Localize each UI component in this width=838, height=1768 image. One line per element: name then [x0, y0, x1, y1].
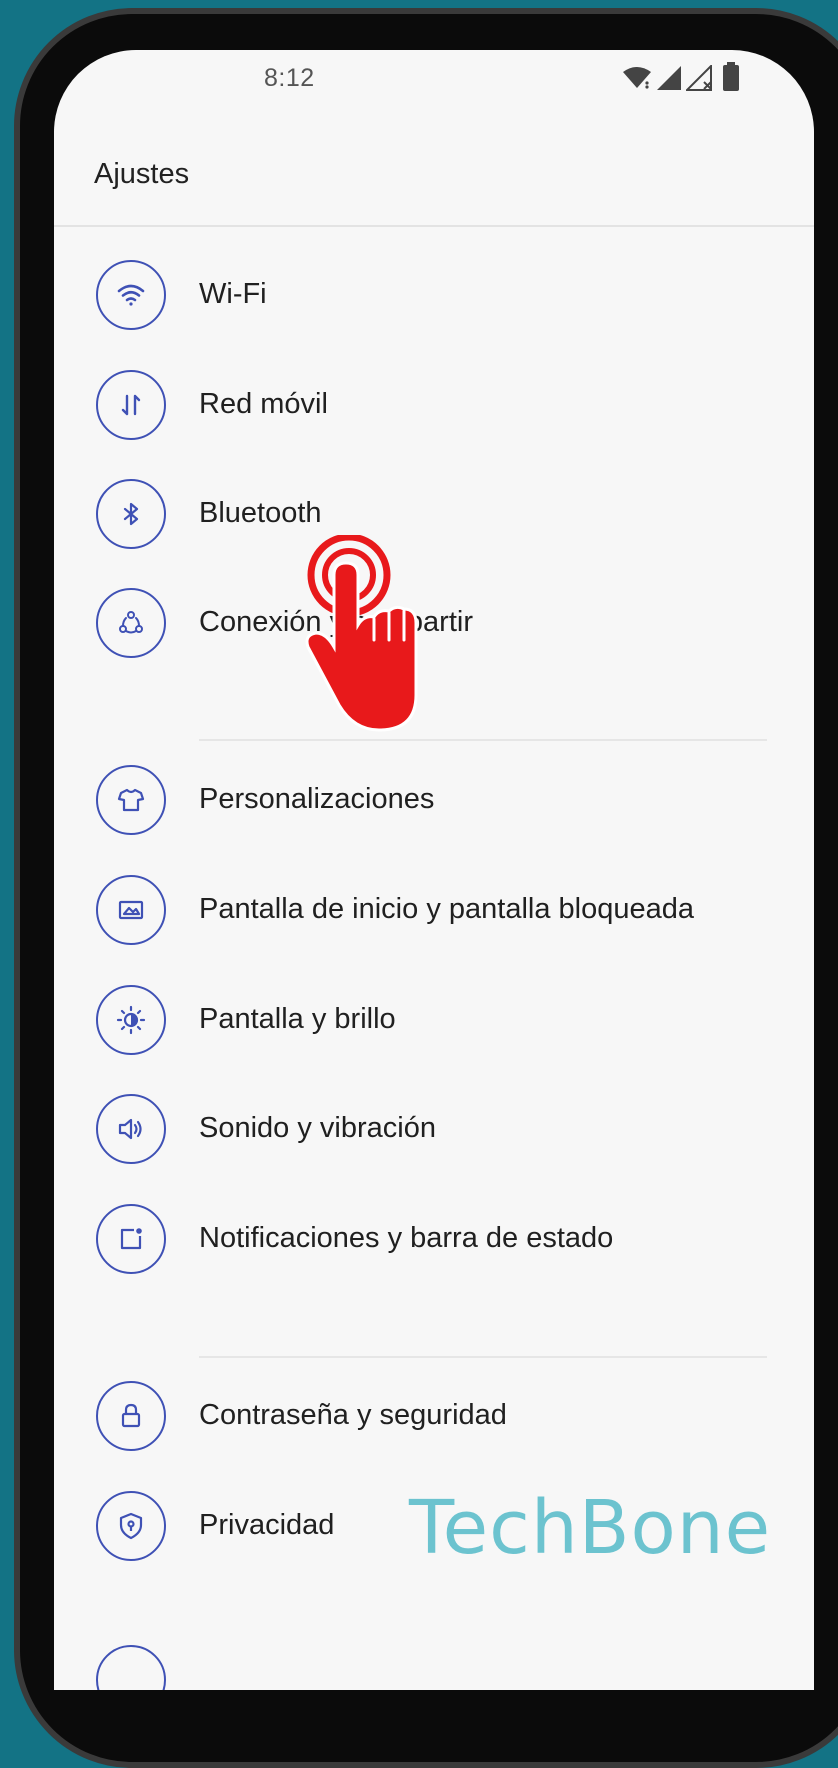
settings-item-pantalla-brillo[interactable]: Pantalla y brillo: [54, 965, 814, 1075]
settings-item-sonido[interactable]: Sonido y vibración: [54, 1074, 814, 1184]
status-time: 8:12: [264, 64, 315, 92]
battery-icon: [723, 62, 739, 91]
signal-icon: [657, 66, 681, 90]
bluetooth-icon: [96, 479, 166, 549]
wallpaper-icon: [96, 875, 166, 945]
wifi-icon: [96, 260, 166, 330]
settings-item-pantalla-inicio[interactable]: Pantalla de inicio y pantalla bloqueada: [54, 855, 814, 965]
tap-hand-icon: [305, 535, 418, 732]
lock-icon: [96, 1381, 166, 1451]
settings-item-label: Notificaciones y barra de estado: [199, 1222, 614, 1254]
watermark: TechBone: [409, 1485, 772, 1571]
page-title: Ajustes: [94, 158, 190, 190]
privacy-shield-icon: [96, 1491, 166, 1561]
settings-item-label: Personalizaciones: [199, 783, 435, 815]
settings-item-wifi[interactable]: Wi-Fi: [54, 240, 814, 350]
settings-item-contrasena[interactable]: Contraseña y seguridad: [54, 1361, 814, 1471]
header-divider: [54, 225, 814, 227]
settings-item-label: Bluetooth: [199, 497, 322, 529]
settings-item-personalizaciones[interactable]: Personalizaciones: [54, 745, 814, 855]
section-divider: [199, 739, 767, 741]
settings-item-conexion[interactable]: Conexión y compartir: [54, 568, 814, 678]
status-bar: 8:12: [54, 50, 814, 106]
settings-item-label: Privacidad: [199, 1509, 335, 1541]
settings-item-label: Sonido y vibración: [199, 1112, 436, 1144]
share-connection-icon: [96, 588, 166, 658]
settings-item-label: Wi-Fi: [199, 278, 267, 310]
settings-item-label: Contraseña y seguridad: [199, 1399, 507, 1431]
sound-icon: [96, 1094, 166, 1164]
screen: 8:12 Ajustes Wi-Fi Red móvil Bluetooth C…: [54, 50, 814, 1690]
brightness-icon: [96, 985, 166, 1055]
settings-item-label: Red móvil: [199, 388, 328, 420]
section-divider: [199, 1356, 767, 1358]
signal-no-service-icon: [686, 65, 712, 91]
partial-settings-icon: [96, 1645, 166, 1690]
status-icons: [622, 62, 812, 96]
mobile-data-icon: [96, 370, 166, 440]
settings-item-bluetooth[interactable]: Bluetooth: [54, 459, 814, 569]
settings-item-red-movil[interactable]: Red móvil: [54, 350, 814, 460]
settings-item-label: Pantalla y brillo: [199, 1003, 396, 1035]
settings-item-notificaciones[interactable]: Notificaciones y barra de estado: [54, 1184, 814, 1294]
settings-item-label: Pantalla de inicio y pantalla bloqueada: [199, 893, 694, 925]
notification-icon: [96, 1204, 166, 1274]
wifi-icon: [623, 67, 651, 89]
tshirt-icon: [96, 765, 166, 835]
